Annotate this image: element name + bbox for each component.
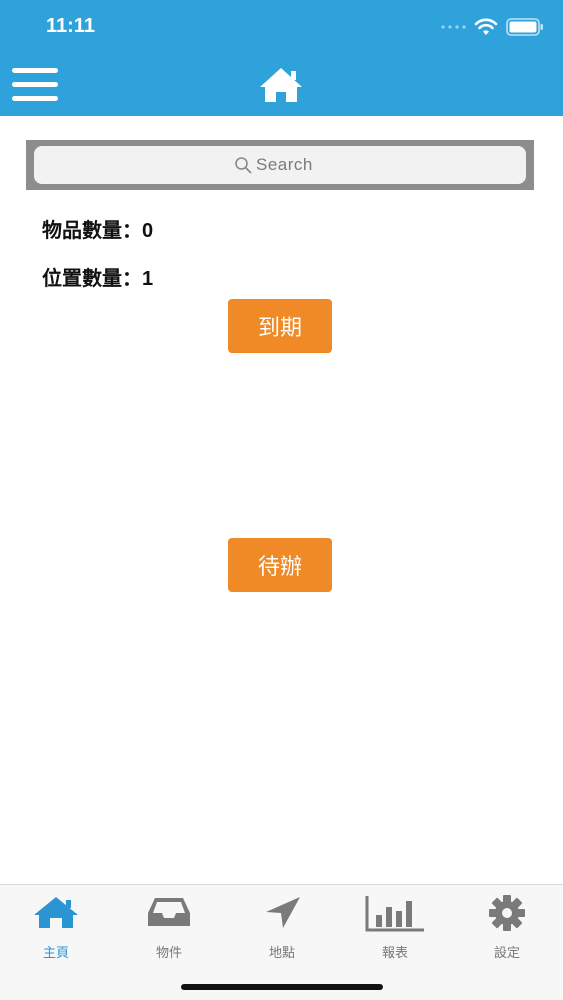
tab-settings[interactable]: 設定	[451, 885, 563, 965]
status-time: 11:11	[46, 15, 95, 37]
home-indicator[interactable]	[181, 984, 383, 990]
top-bar: 11:11	[0, 0, 563, 116]
todo-button[interactable]: 待辦	[228, 538, 332, 592]
search-icon	[235, 157, 252, 174]
location-arrow-icon	[266, 897, 300, 928]
tab-home[interactable]: 主頁	[0, 885, 112, 965]
item-count-row: 物品數量：0	[42, 214, 153, 243]
expiry-button[interactable]: 到期	[228, 299, 332, 353]
home-icon[interactable]	[258, 66, 304, 104]
search-bar	[26, 140, 534, 190]
gear-icon	[489, 895, 525, 931]
menu-bar	[12, 82, 58, 87]
tab-locations[interactable]: 地點	[226, 885, 338, 965]
cellular-signal-icon	[441, 25, 466, 29]
menu-bar	[12, 68, 58, 73]
item-count-label: 物品數量：	[42, 218, 142, 242]
tab-reports[interactable]: 報表	[339, 885, 451, 965]
tab-label: 主頁	[42, 946, 69, 961]
search-input[interactable]	[256, 155, 326, 175]
tab-items[interactable]: 物件	[113, 885, 225, 965]
location-count-row: 位置數量：1	[42, 262, 153, 291]
inbox-tray-icon	[148, 898, 190, 926]
location-count-label: 位置數量：	[42, 266, 142, 290]
menu-button[interactable]	[12, 68, 58, 102]
location-count-value: 1	[142, 268, 154, 290]
tab-label: 物件	[155, 946, 182, 961]
wifi-icon	[474, 18, 498, 35]
menu-bar	[12, 96, 58, 101]
tab-bar: 主頁 物件 地點 報表 設定	[0, 884, 563, 1000]
bar-chart-icon	[365, 896, 424, 932]
tab-label: 報表	[381, 946, 408, 961]
tab-label: 地點	[268, 946, 295, 961]
item-count-value: 0	[142, 220, 154, 242]
battery-icon	[506, 18, 543, 36]
tab-label: 設定	[493, 946, 520, 961]
search-field[interactable]	[34, 146, 526, 184]
home-icon	[34, 897, 78, 928]
